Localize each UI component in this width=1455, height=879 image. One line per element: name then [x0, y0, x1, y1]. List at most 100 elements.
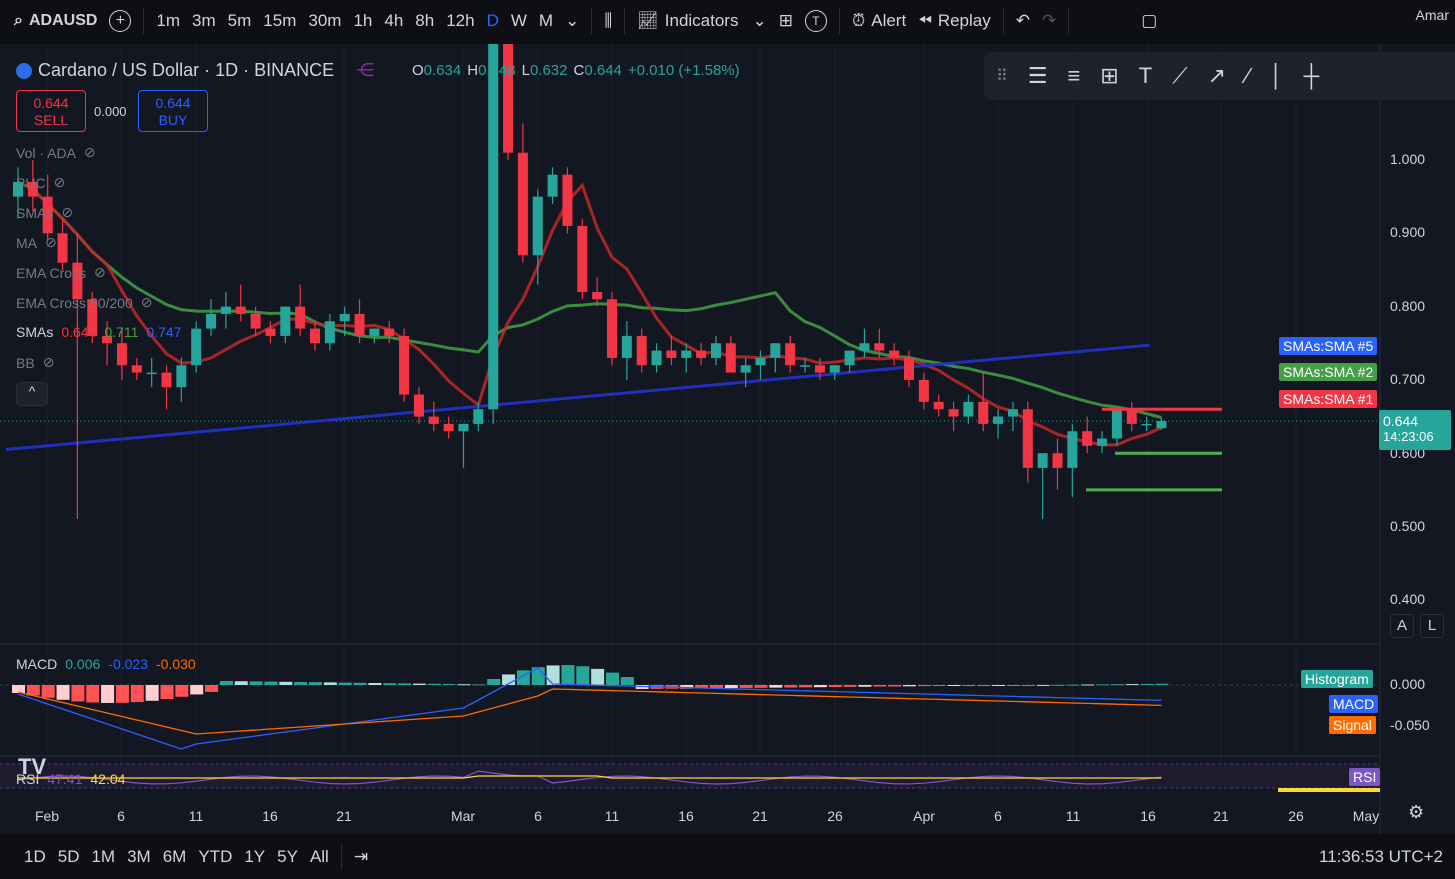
interval-dropdown[interactable]: ⌄ [559, 0, 585, 42]
interval-M[interactable]: M [533, 0, 559, 42]
range-YTD[interactable]: YTD [192, 847, 238, 867]
alert-label: Alert [871, 11, 907, 30]
range-5Y[interactable]: 5Y [271, 847, 304, 867]
indicator-row-puc[interactable]: PUC ⊘ [16, 174, 65, 191]
settings-icon[interactable]: ⚙ [1408, 802, 1424, 823]
cardano-logo-icon [16, 62, 32, 79]
macd-histogram-bar [309, 682, 322, 685]
indicator-row-ma[interactable]: MA ⊘ [16, 234, 57, 251]
candle-body [1037, 453, 1048, 468]
eye-off-icon[interactable]: ⊘ [84, 144, 96, 161]
interval-3m[interactable]: 3m [186, 0, 222, 42]
range-5D[interactable]: 5D [52, 847, 86, 867]
eye-off-icon[interactable]: ⊘ [43, 354, 55, 371]
sma1-value: 0.644 [61, 324, 97, 340]
candle-body [146, 372, 157, 375]
candle-body [666, 350, 677, 358]
indicator-row-smas[interactable]: SMAs 0.644 0.711 0.747 [16, 324, 181, 340]
indicator-row-vol[interactable]: Vol · ADA ⊘ [16, 144, 96, 161]
drag-handle-icon[interactable]: ⠿ [996, 66, 1008, 86]
eye-off-icon[interactable]: ⊘ [141, 294, 153, 311]
style-lines-icon[interactable]: ☰ [1028, 63, 1048, 89]
indicator-row-smas-hidden[interactable]: SMAs ⊘ [16, 204, 73, 221]
goto-date-button[interactable]: ⇥ [348, 836, 374, 878]
collapse-legend-button[interactable]: ^ [16, 382, 48, 406]
price-axis-label: 0.900 [1390, 224, 1426, 240]
templates-button[interactable]: ⊞ [773, 0, 799, 42]
candle-body [191, 328, 202, 366]
crosshair-box-icon[interactable]: ⊞ [1100, 63, 1118, 89]
indicator-row-ema-cross-50-200[interactable]: EMA Cross 50/200 ⊘ [16, 294, 152, 311]
macd-histogram-bar [739, 685, 753, 688]
eye-off-icon[interactable]: ⊘ [94, 264, 106, 281]
range-3M[interactable]: 3M [121, 847, 157, 867]
indicator-row-bb[interactable]: BB ⊘ [16, 354, 54, 371]
change-value: +0.010 (+1.58%) [627, 62, 740, 79]
range-1M[interactable]: 1M [85, 847, 121, 867]
range-1Y[interactable]: 1Y [238, 847, 271, 867]
undo-button[interactable]: ↶ [1010, 0, 1036, 42]
line-width-icon[interactable]: ≡ [1067, 63, 1080, 89]
time-axis-tick: May [1352, 808, 1380, 824]
layout-button[interactable]: ▢ [1135, 0, 1163, 42]
indicator-row-ema-cross[interactable]: EMA Cross ⊘ [16, 264, 106, 281]
chevron-down-icon: ⌄ [752, 11, 767, 30]
candle-body [889, 350, 900, 358]
indicators-button[interactable]: 📈︎ Indicators ⌄ [631, 0, 773, 42]
interval-8h[interactable]: 8h [409, 0, 440, 42]
replay-button[interactable]: ⏪︎ Replay [912, 0, 997, 42]
time-axis[interactable]: Feb 6 11 16 21 Mar 6 11 16 21 26 Apr 6 11 16 21 26 May [0, 802, 1455, 832]
alert-button[interactable]: ⏰︎ Alert [846, 0, 912, 42]
sell-button[interactable]: 0.644 SELL [16, 90, 86, 132]
interval-W[interactable]: W [505, 0, 533, 42]
range-6M[interactable]: 6M [157, 847, 193, 867]
interval-4h[interactable]: 4h [378, 0, 409, 42]
macd-histogram-bar [71, 685, 85, 702]
share-icon[interactable]: ⋲ [356, 60, 374, 81]
open-key: O [412, 62, 424, 79]
candle-body [993, 416, 1004, 424]
log-scale-button[interactable]: L [1420, 614, 1444, 638]
trading-button[interactable]: T [799, 0, 833, 42]
ray-tool-icon[interactable]: ∕ [1246, 63, 1250, 89]
divider [143, 8, 145, 34]
macd-histogram-bar [1096, 684, 1110, 686]
range-1D[interactable]: 1D [18, 847, 52, 867]
range-All[interactable]: All [304, 847, 335, 867]
interval-12h[interactable]: 12h [440, 0, 480, 42]
cross-line-icon[interactable]: ┼ [1303, 63, 1319, 89]
macd-legend[interactable]: MACD 0.006 -0.023 -0.030 [16, 656, 196, 672]
interval-5m[interactable]: 5m [222, 0, 258, 42]
auto-scale-button[interactable]: A [1390, 614, 1414, 638]
macd-histogram-bar [279, 681, 293, 685]
chart-type-button[interactable]: ⫼ [598, 0, 618, 42]
eye-off-icon[interactable]: ⊘ [54, 174, 66, 191]
rsi-ma-value: 42.04 [90, 771, 126, 787]
macd-histogram-bar [799, 685, 813, 688]
user-menu[interactable]: Amar [1410, 0, 1455, 36]
macd-histogram-bar [1140, 683, 1154, 685]
symbol-search-button[interactable]: ⌕ ADAUSD [0, 0, 103, 42]
eye-off-icon[interactable]: ⊘ [61, 204, 73, 221]
macd-histogram-bar [56, 685, 70, 700]
text-tool-icon[interactable]: T [1139, 63, 1152, 89]
eye-off-icon[interactable]: ⊘ [45, 234, 57, 251]
macd-histogram-bar [1081, 684, 1095, 686]
interval-15m[interactable]: 15m [257, 0, 302, 42]
interval-1h[interactable]: 1h [347, 0, 378, 42]
trend-line-icon[interactable]: ⟋ [1172, 63, 1187, 89]
vertical-line-icon[interactable]: │ [1270, 63, 1284, 89]
interval-30m[interactable]: 30m [302, 0, 347, 42]
clock[interactable]: 11:36:53 UTC+2 [1319, 847, 1443, 867]
chart-canvas[interactable] [0, 44, 1455, 834]
arrow-tool-icon[interactable]: ↗ [1208, 63, 1226, 89]
buy-button[interactable]: 0.644 BUY [138, 90, 208, 132]
open-value: 0.634 [423, 62, 462, 79]
interval-1m[interactable]: 1m [150, 0, 186, 42]
chart-area[interactable]: Cardano / US Dollar · 1D · BINANCE ⋲ O0.… [0, 44, 1455, 834]
candle-body [725, 343, 736, 373]
redo-button: ↷ [1036, 0, 1062, 42]
interval-D[interactable]: D [481, 0, 505, 42]
buy-price: 0.644 [155, 95, 191, 111]
compare-button[interactable]: + [103, 0, 137, 42]
